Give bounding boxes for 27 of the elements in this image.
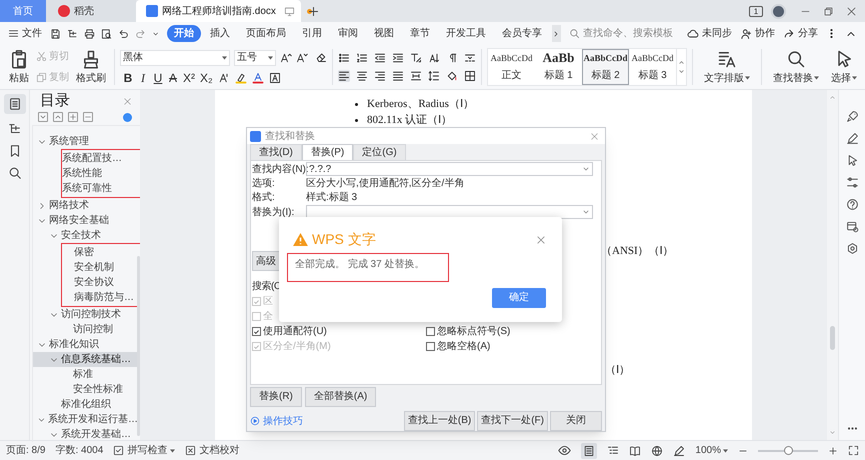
- document-text: Kerberos、Radius（Ⅰ）: [367, 96, 474, 112]
- checkbox-label: 使用通配符(U): [263, 324, 327, 339]
- checkbox-label: 全: [263, 310, 273, 324]
- style-preview: AaBbCcDd: [632, 52, 674, 65]
- field-label: 格式:: [252, 190, 276, 205]
- style-preview: AaBb: [542, 51, 574, 65]
- checkbox-label: 忽略标点符号(S): [437, 324, 510, 339]
- style-name: 标题 1: [544, 68, 573, 83]
- style-name: 标题 2: [591, 68, 620, 83]
- checkbox-label: 区分全/半角(M): [263, 340, 331, 354]
- style-preview: AaBbCcDd: [490, 52, 532, 65]
- document-text: （Ⅰ）: [605, 363, 630, 378]
- field-label: 选项:: [252, 176, 276, 191]
- document-text: （ANSI）（Ⅰ）: [601, 244, 674, 259]
- checkbox-label: 忽略空格(A): [437, 340, 490, 354]
- document-text: 802.11x 认证（Ⅰ）: [367, 112, 452, 128]
- field-value: 区分大小写,使用通配符,区分全/半角: [306, 176, 464, 191]
- alert-message: 全部完成。 完成 37 处替换。: [287, 253, 449, 282]
- style-name: 标题 3: [638, 68, 667, 83]
- panel-title: 目录: [40, 90, 70, 111]
- style-preview: AaBbCcDd: [583, 52, 628, 65]
- field-value: 样式:标题 3: [306, 190, 358, 205]
- field-label: 替换为(I):: [252, 206, 296, 220]
- dialog-title: 查找和替换: [265, 130, 316, 144]
- alert-title: WPS 文字: [312, 230, 377, 249]
- checkbox-label: 区: [263, 295, 273, 309]
- style-name: 正文: [502, 68, 522, 83]
